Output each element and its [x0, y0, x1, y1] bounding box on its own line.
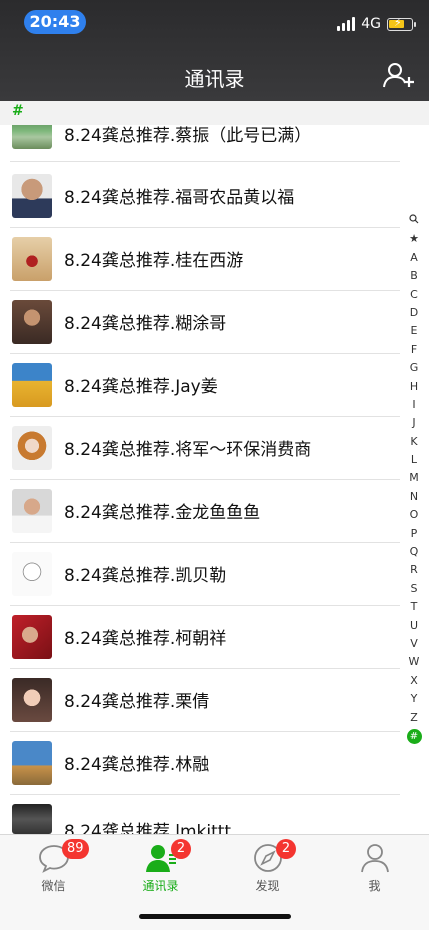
unread-badge: 2 — [171, 839, 191, 859]
contact-name: 8.24龚总推荐.林融 — [64, 755, 210, 775]
index-letter[interactable]: J — [402, 414, 426, 432]
tab-me[interactable]: 我 — [321, 835, 428, 895]
index-letter[interactable]: U — [402, 617, 426, 635]
contact-name: 8.24龚总推荐.将军～环保消费商 — [64, 440, 312, 460]
index-letter[interactable]: D — [402, 304, 426, 322]
battery-icon: ⚡ — [387, 16, 416, 31]
list-item[interactable]: 8.24龚总推荐.Jay姜 — [0, 354, 400, 417]
add-contact-icon[interactable] — [383, 62, 415, 88]
section-letter: # — [12, 103, 24, 119]
index-letter[interactable]: L — [402, 451, 426, 469]
contact-avatar — [12, 174, 52, 218]
list-item[interactable]: 8.24龚总推荐.柯朝祥 — [0, 606, 400, 669]
index-star-icon[interactable]: ★ — [402, 230, 426, 248]
index-letter[interactable]: V — [402, 635, 426, 653]
tab-label: 通讯录 — [142, 879, 179, 893]
index-letter[interactable]: P — [402, 525, 426, 543]
page-title: 通讯录 — [184, 67, 245, 91]
index-letter[interactable]: W — [402, 653, 426, 671]
signal-icon — [337, 17, 356, 31]
index-letter[interactable]: H — [402, 378, 426, 396]
contact-avatar — [12, 615, 52, 659]
list-item[interactable]: 8.24龚总推荐.将军～环保消费商 — [0, 417, 400, 480]
index-letter[interactable]: G — [402, 359, 426, 377]
contact-name: 8.24龚总推荐.凯贝勒 — [64, 566, 227, 586]
index-letter[interactable]: C — [402, 286, 426, 304]
index-letter[interactable]: F — [402, 341, 426, 359]
contact-avatar — [12, 300, 52, 344]
status-indicators: 4G ⚡ — [337, 14, 416, 34]
index-letter[interactable]: M — [402, 469, 426, 487]
contact-avatar — [12, 426, 52, 470]
list-item[interactable]: 8.24龚总推荐.凯贝勒 — [0, 543, 400, 606]
list-item[interactable]: 8.24龚总推荐.lmkittt — [0, 795, 400, 834]
contact-name: 8.24龚总推荐.桂在西游 — [64, 251, 244, 271]
index-letter[interactable]: Y — [402, 690, 426, 708]
list-item[interactable]: 8.24龚总推荐.林融 — [0, 732, 400, 795]
network-type: 4G — [361, 16, 381, 32]
contact-avatar — [12, 237, 52, 281]
tab-label: 发现 — [255, 879, 280, 893]
index-letter[interactable]: K — [402, 433, 426, 451]
contact-avatar — [12, 489, 52, 533]
index-letter[interactable]: A — [402, 249, 426, 267]
index-letter[interactable]: O — [402, 506, 426, 524]
index-letter[interactable]: Q — [402, 543, 426, 561]
contact-name: 8.24龚总推荐.栗倩 — [64, 692, 210, 712]
index-letter[interactable]: S — [402, 580, 426, 598]
index-search-icon[interactable] — [402, 212, 426, 230]
contact-list[interactable]: 8.24龚总推荐.蔡振（此号已满） 8.24龚总推荐.福哥农品黄以福 8.24龚… — [0, 101, 429, 834]
list-item[interactable]: 8.24龚总推荐.栗倩 — [0, 669, 400, 732]
person-icon — [361, 844, 389, 873]
list-item[interactable]: 8.24龚总推荐.桂在西游 — [0, 228, 400, 291]
index-letter[interactable]: T — [402, 598, 426, 616]
index-letter[interactable]: N — [402, 488, 426, 506]
tab-contacts[interactable]: 2 通讯录 — [107, 835, 214, 895]
section-header: # — [0, 101, 429, 125]
index-letter[interactable]: X — [402, 672, 426, 690]
contact-name: 8.24龚总推荐.福哥农品黄以福 — [64, 188, 295, 208]
contact-avatar — [12, 552, 52, 596]
tab-label: 我 — [368, 879, 381, 893]
contact-avatar — [12, 678, 52, 722]
contact-avatar — [12, 741, 52, 785]
index-letter[interactable]: R — [402, 561, 426, 579]
unread-badge: 2 — [276, 839, 296, 859]
tab-discover[interactable]: 2 发现 — [214, 835, 321, 895]
index-letter-active[interactable]: # — [406, 728, 422, 744]
contact-avatar — [12, 363, 52, 407]
contact-name: 8.24龚总推荐.金龙鱼鱼鱼 — [64, 503, 261, 523]
tab-chats[interactable]: 89 微信 — [0, 835, 107, 895]
contact-avatar — [12, 804, 52, 834]
status-time: 20:43 — [24, 10, 86, 34]
list-item[interactable]: 8.24龚总推荐.金龙鱼鱼鱼 — [0, 480, 400, 543]
contact-name: 8.24龚总推荐.Jay姜 — [64, 377, 218, 397]
index-letter[interactable]: I — [402, 396, 426, 414]
index-letter[interactable]: E — [402, 322, 426, 340]
navigation-header: 20:43 4G ⚡ 通讯录 — [0, 0, 429, 101]
index-letter[interactable]: B — [402, 267, 426, 285]
contact-name: 8.24龚总推荐.柯朝祥 — [64, 629, 227, 649]
list-item[interactable]: 8.24龚总推荐.糊涂哥 — [0, 291, 400, 354]
home-indicator[interactable] — [139, 914, 291, 919]
alphabet-index-bar[interactable]: ★ A B C D E F G H I J K L M N O P Q R S … — [402, 212, 426, 746]
unread-badge: 89 — [62, 839, 89, 859]
index-letter[interactable]: Z — [402, 709, 426, 727]
contact-name: 8.24龚总推荐.糊涂哥 — [64, 314, 227, 334]
list-item[interactable]: 8.24龚总推荐.福哥农品黄以福 — [0, 165, 400, 228]
tab-label: 微信 — [41, 879, 66, 893]
contact-name: 8.24龚总推荐.lmkittt — [64, 822, 232, 834]
